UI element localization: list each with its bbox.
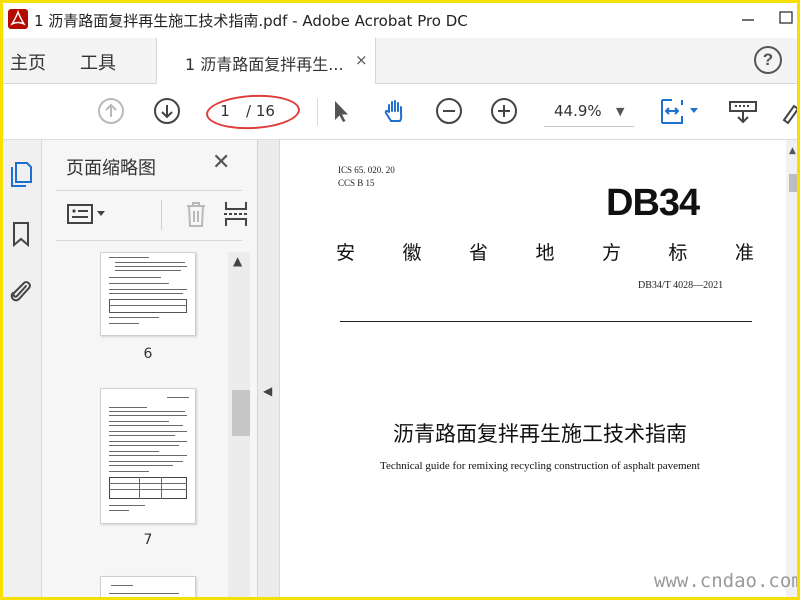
page-up-icon[interactable] bbox=[96, 96, 126, 126]
scroll-up-icon[interactable]: ▲ bbox=[789, 146, 796, 156]
hand-icon[interactable] bbox=[380, 96, 410, 126]
tab-close-icon[interactable]: × bbox=[355, 51, 368, 69]
navigation-rail bbox=[0, 140, 42, 600]
help-icon[interactable]: ? bbox=[754, 46, 782, 74]
doc-horizontal-rule bbox=[340, 321, 752, 322]
zoom-out-icon[interactable] bbox=[434, 96, 464, 126]
sign-icon[interactable] bbox=[780, 96, 800, 126]
site-watermark: www.cndao.com bbox=[654, 570, 800, 592]
page-down-icon[interactable] bbox=[152, 96, 182, 126]
panel-divider bbox=[56, 190, 242, 191]
zoom-in-icon[interactable] bbox=[489, 96, 519, 126]
thumbnails-panel: 页面缩略图 ✕ 6 7 ▲ bbox=[42, 140, 274, 600]
document-scrollbar[interactable]: ▲ bbox=[786, 140, 800, 600]
attachment-icon[interactable] bbox=[7, 277, 35, 305]
panel-divider bbox=[56, 240, 242, 241]
panel-title: 页面缩略图 bbox=[66, 158, 156, 179]
province-char: 徽 bbox=[402, 242, 422, 264]
thumbnail-label: 7 bbox=[143, 532, 153, 548]
document-view: ICS 65. 020. 20 CCS B 15 DB34 安 徽 省 地 方 … bbox=[280, 140, 800, 600]
doc-title-chinese: 沥青路面复拌再生施工技术指南 bbox=[393, 422, 687, 446]
province-char: 省 bbox=[468, 242, 488, 264]
page-thumbnail[interactable] bbox=[100, 388, 196, 524]
toolbar-divider bbox=[317, 98, 318, 126]
toolbar: / 16 44.9% ▼ bbox=[0, 84, 800, 140]
tab-home[interactable]: 主页 bbox=[10, 49, 46, 75]
panel-close-icon[interactable]: ✕ bbox=[212, 150, 230, 175]
delete-page-icon[interactable] bbox=[180, 198, 212, 230]
doc-title-english: Technical guide for remixing recycling c… bbox=[380, 460, 700, 472]
print-icon[interactable] bbox=[728, 96, 758, 126]
panel-toolbar bbox=[56, 198, 274, 234]
select-arrow-icon[interactable] bbox=[326, 96, 356, 126]
insert-page-icon[interactable] bbox=[220, 198, 252, 230]
doc-province-heading: 安 徽 省 地 方 标 准 bbox=[336, 238, 754, 265]
thumbnail-options-icon[interactable] bbox=[66, 198, 110, 230]
scroll-up-icon[interactable]: ▲ bbox=[233, 254, 242, 268]
zoom-caret-icon: ▼ bbox=[616, 105, 625, 118]
province-char: 安 bbox=[336, 242, 356, 264]
tab-bar: 主页 工具 1 沥青路面复拌再生... × ? bbox=[0, 38, 800, 84]
province-char: 准 bbox=[734, 242, 754, 264]
tab-tools[interactable]: 工具 bbox=[80, 49, 116, 75]
province-char: 地 bbox=[535, 242, 555, 264]
doc-ccs-code: CCS B 15 bbox=[338, 178, 375, 188]
thumbnails-scrollbar[interactable]: ▲ bbox=[228, 252, 250, 600]
panel-toolbar-divider bbox=[161, 200, 162, 230]
doc-standard-code: DB34 bbox=[606, 182, 700, 224]
zoom-select[interactable]: 44.9% ▼ bbox=[544, 99, 634, 127]
scrollbar-thumb[interactable] bbox=[232, 390, 250, 436]
tab-document[interactable]: 1 沥青路面复拌再生... × bbox=[156, 38, 376, 84]
thumbnail-label: 6 bbox=[143, 346, 153, 362]
fit-page-icon[interactable] bbox=[658, 96, 704, 126]
panel-collapse-strip[interactable]: ◀ bbox=[258, 140, 280, 600]
title-bar: 1 沥青路面复拌再生施工技术指南.pdf - Adobe Acrobat Pro… bbox=[0, 0, 800, 38]
tab-document-label: 1 沥青路面复拌再生... bbox=[185, 55, 344, 74]
maximize-icon[interactable] bbox=[772, 4, 800, 32]
collapse-arrow-icon[interactable]: ◀ bbox=[263, 384, 272, 398]
doc-standard-number: DB34/T 4028—2021 bbox=[638, 280, 724, 291]
scrollbar-thumb[interactable] bbox=[789, 174, 798, 192]
page-thumbnail[interactable] bbox=[100, 576, 196, 600]
page-thumbnail[interactable] bbox=[100, 252, 196, 336]
doc-ics-code: ICS 65. 020. 20 bbox=[338, 165, 395, 175]
minimize-icon[interactable] bbox=[734, 4, 762, 32]
zoom-value: 44.9% bbox=[554, 102, 602, 120]
province-char: 方 bbox=[601, 242, 621, 264]
acrobat-app-icon bbox=[8, 9, 28, 29]
bookmark-icon[interactable] bbox=[7, 220, 35, 248]
page-thumbnails-icon[interactable] bbox=[7, 160, 35, 188]
window-title: 1 沥青路面复拌再生施工技术指南.pdf - Adobe Acrobat Pro… bbox=[34, 12, 468, 30]
province-char: 标 bbox=[668, 242, 688, 264]
